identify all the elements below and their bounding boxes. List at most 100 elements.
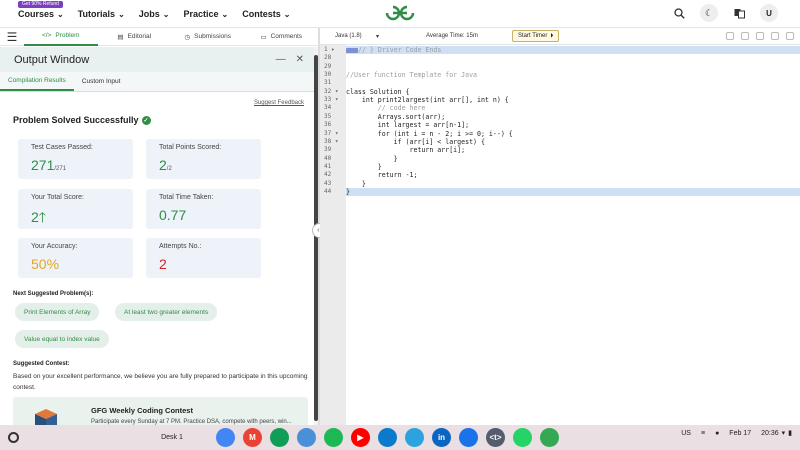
code-text: if (arr[i] < largest) { xyxy=(346,137,485,146)
tab-comments[interactable]: ▭ Comments xyxy=(245,28,319,46)
line-number: 42 xyxy=(324,171,332,179)
code-line[interactable]: //User function Template for Java xyxy=(346,71,800,79)
files-app-icon[interactable] xyxy=(459,428,478,447)
code-line[interactable]: } xyxy=(346,187,800,197)
top-navigation: Get 90% Refund Courses ⌄ Tutorials ⌄ Jobs ⌄… xyxy=(0,0,800,28)
suggest-feedback-link[interactable]: Suggest Feedback xyxy=(254,100,304,106)
stat-label: Total Time Taken: xyxy=(159,194,214,201)
battery-icon: ▮ xyxy=(788,430,792,437)
launcher-icon[interactable] xyxy=(8,432,19,443)
refund-promo-badge[interactable]: Get 90% Refund xyxy=(18,1,63,8)
fullscreen-icon[interactable] xyxy=(726,32,734,40)
minimize-icon[interactable]: — xyxy=(276,54,286,65)
start-timer-button[interactable]: Start Timer ⏵ xyxy=(512,30,560,42)
stat-label: Attempts No.: xyxy=(159,243,202,250)
document-icon: ▤ xyxy=(117,33,124,41)
code-line[interactable]: } xyxy=(346,155,800,163)
code-text: return arr[i]; xyxy=(346,146,466,155)
settings-icon[interactable] xyxy=(756,32,764,40)
close-icon[interactable]: ✕ xyxy=(296,54,304,65)
stat-value: 271/271 xyxy=(31,157,120,173)
vscode-app-icon[interactable] xyxy=(378,428,397,447)
time-taken-card: Total Time Taken: 0.77 xyxy=(146,189,261,229)
translate-icon[interactable] xyxy=(730,4,748,22)
points-scored: 2 xyxy=(159,157,167,173)
timer-label: Start Timer xyxy=(518,33,548,39)
output-header: Output Window — ✕ xyxy=(0,47,318,72)
copy-icon[interactable] xyxy=(741,32,749,40)
drive-app-icon[interactable] xyxy=(540,428,559,447)
notification-icon[interactable]: ● xyxy=(715,430,719,437)
tab-editorial[interactable]: ▤ Editorial xyxy=(98,28,172,46)
nav-tutorials[interactable]: Tutorials ⌄ xyxy=(78,9,125,19)
nav-practice[interactable]: Practice ⌄ xyxy=(183,9,228,19)
chrome-app-icon[interactable] xyxy=(216,428,235,447)
linkedin-app-icon[interactable]: in xyxy=(432,428,451,447)
tab-label: Problem xyxy=(55,32,80,39)
explorer-app-icon[interactable] xyxy=(297,428,316,447)
desk-switcher[interactable]: Desk 1 xyxy=(152,429,192,446)
line-number: 29 xyxy=(324,62,332,70)
sheets-app-icon[interactable] xyxy=(270,428,289,447)
time-taken: 0.77 xyxy=(159,207,187,223)
nav-jobs[interactable]: Jobs ⌄ xyxy=(139,9,170,19)
tab-compilation-results[interactable]: Compilation Results xyxy=(0,72,74,91)
total-score-card: Your Total Score: 2🡑 xyxy=(18,189,133,229)
nav-courses[interactable]: Courses ⌄ xyxy=(18,9,64,19)
tab-submissions[interactable]: ◷ Submissions xyxy=(171,28,245,46)
suggested-contest-heading: Suggested Contest: xyxy=(13,361,70,367)
next-problem-chip[interactable]: Value equal to index value xyxy=(15,330,109,348)
menu-icon[interactable]: ☰ xyxy=(0,30,24,44)
next-problem-chip[interactable]: At least two greater elements xyxy=(115,303,218,321)
line-number: 33 ▾ xyxy=(324,96,339,104)
search-icon[interactable] xyxy=(670,4,688,22)
gfg-logo[interactable] xyxy=(384,4,416,22)
stat-value: 2🡑 xyxy=(31,207,120,231)
clipboard-icon[interactable]: ≡ xyxy=(701,430,705,437)
telegram-app-icon[interactable] xyxy=(405,428,424,447)
spotify-app-icon[interactable] xyxy=(324,428,343,447)
tab-custom-input[interactable]: Custom Input xyxy=(74,72,129,91)
code-line[interactable]: // code here xyxy=(346,104,800,112)
code-line[interactable] xyxy=(346,79,800,87)
code-line[interactable]: class Solution { xyxy=(346,88,800,96)
next-problem-chip[interactable]: Print Elements of Array xyxy=(15,303,100,321)
folded-code-marker-icon[interactable] xyxy=(346,47,358,53)
whatsapp-app-icon[interactable] xyxy=(513,428,532,447)
code-line[interactable]: int largest = arr[n-1]; xyxy=(346,121,800,129)
tab-problem[interactable]: </> Problem xyxy=(24,28,98,46)
code-line[interactable]: } xyxy=(346,180,800,188)
nav-label: Courses xyxy=(18,9,55,19)
nav-contests[interactable]: Contests ⌄ xyxy=(242,9,290,19)
code-line[interactable]: } xyxy=(346,163,800,171)
gmail-app-icon[interactable]: M xyxy=(243,428,262,447)
code-line[interactable]: Arrays.sort(arr); xyxy=(346,113,800,121)
code-line[interactable]: return -1; xyxy=(346,171,800,179)
reset-icon[interactable] xyxy=(771,32,779,40)
code-line[interactable]: // } Driver Code Ends xyxy=(346,46,800,55)
code-line[interactable] xyxy=(346,54,800,62)
code-line[interactable]: return arr[i]; xyxy=(346,146,800,154)
youtube-app-icon[interactable]: ▶ xyxy=(351,428,370,447)
line-number: 1 ▸ xyxy=(324,46,335,53)
code-line[interactable]: if (arr[i] < largest) { xyxy=(346,138,800,146)
terminal-app-icon[interactable]: <t> xyxy=(486,428,505,447)
contest-card[interactable]: GFG Weekly Coding Contest Participate ev… xyxy=(13,397,308,425)
code-text: //User function Template for Java xyxy=(346,71,478,80)
system-tray: US ≡ ● Feb 17 20:36 ▾ ▮ xyxy=(681,429,792,438)
input-language[interactable]: US xyxy=(681,430,691,437)
code-line[interactable]: int print2largest(int arr[], int n) { xyxy=(346,96,800,104)
code-line[interactable]: for (int i = n - 2; i >= 0; i--) { xyxy=(346,130,800,138)
test-cases-card: Test Cases Passed: 271/271 xyxy=(18,139,133,179)
language-select[interactable]: Java (1.8) ▾ xyxy=(332,30,382,43)
date-display[interactable]: Feb 17 xyxy=(729,430,751,437)
theme-toggle-icon[interactable]: ☾ xyxy=(700,4,718,22)
expand-icon[interactable] xyxy=(786,32,794,40)
code-line[interactable] xyxy=(346,63,800,71)
status-area[interactable]: 20:36 ▾ ▮ xyxy=(761,429,792,438)
clock-time: 20:36 xyxy=(761,429,779,437)
code-editor[interactable]: // } Driver Code Ends //User function Tem… xyxy=(346,45,800,425)
status-heading: Problem Solved Successfully ✓ xyxy=(13,115,151,125)
problem-tabs: ☰ </> Problem ▤ Editorial ◷ Submissions ▭ Co… xyxy=(0,28,318,46)
user-avatar[interactable]: U xyxy=(760,4,778,22)
